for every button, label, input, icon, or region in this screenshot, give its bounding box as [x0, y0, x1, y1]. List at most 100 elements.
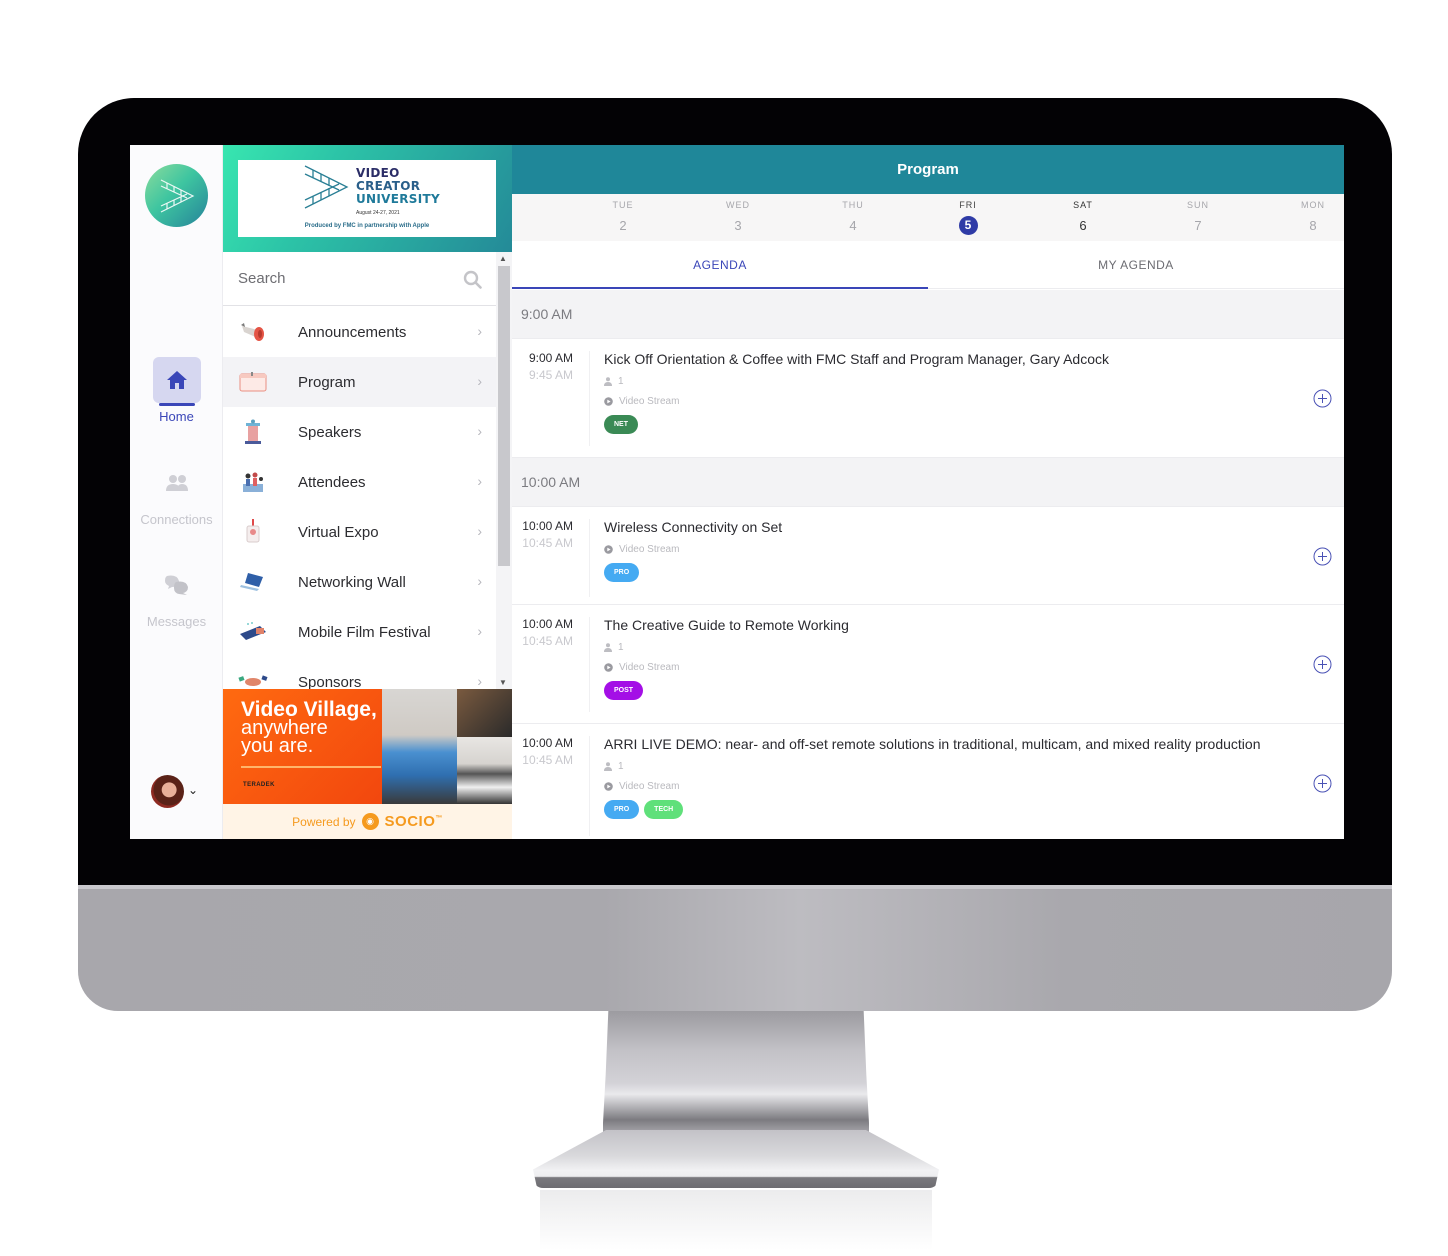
rail-label-home: Home	[159, 409, 194, 424]
day-sun[interactable]: SUN 7	[1168, 200, 1228, 235]
chevron-right-icon: ›	[477, 673, 482, 689]
user-avatar[interactable]	[151, 775, 184, 808]
badge-icon	[246, 519, 260, 543]
rail-item-home[interactable]: Home	[130, 357, 223, 424]
chevron-right-icon: ›	[477, 523, 482, 539]
film-icon	[240, 622, 266, 640]
add-to-agenda-icon[interactable]	[1313, 655, 1332, 674]
chat-icon	[164, 575, 188, 595]
scroll-up-icon[interactable]: ▲	[499, 254, 507, 263]
day-fri[interactable]: FRI 5	[938, 200, 998, 235]
day-sat[interactable]: SAT 6	[1053, 200, 1113, 235]
day-mon[interactable]: MON 8	[1283, 200, 1343, 235]
menu-label: Virtual Expo	[298, 523, 379, 541]
program-panel: Program TUE 2 WED 3 THU 4 FRI 5 SAT 6 SUN 7 MO…	[512, 145, 1344, 839]
tab-my-agenda[interactable]: MY AGENDA	[928, 241, 1344, 288]
session-end: 10:45 AM	[522, 536, 573, 550]
session-stream: Video Stream	[604, 781, 1284, 792]
socio-logo-icon: ◉	[361, 813, 379, 830]
monitor-stand-base	[533, 1130, 939, 1188]
menu-item-mobile-film-festival[interactable]: Mobile Film Festival ›	[223, 607, 496, 657]
chevron-right-icon: ›	[477, 473, 482, 489]
tag-net[interactable]: NET	[604, 415, 638, 434]
chevron-down-icon[interactable]: ⌄	[188, 783, 198, 797]
event-menu: VIDEO CREATOR UNIVERSITY August 24-27, 2…	[223, 145, 512, 839]
add-to-agenda-icon[interactable]	[1313, 389, 1332, 408]
menu-label: Mobile Film Festival	[298, 623, 431, 641]
session-end: 10:45 AM	[522, 753, 573, 767]
sponsor-ad-banner[interactable]: Video Village, anywhere you are. TERADEK	[223, 689, 512, 804]
session-title[interactable]: The Creative Guide to Remote Working	[604, 617, 1284, 633]
calendar-icon	[239, 372, 267, 392]
session-row[interactable]: 10:00 AM 10:45 AM ARRI LIVE DEMO: near- …	[512, 724, 1344, 839]
event-logo[interactable]	[145, 164, 208, 227]
play-circle-icon	[604, 545, 613, 554]
chevron-right-icon: ›	[477, 323, 482, 339]
play-circle-icon	[604, 663, 613, 672]
session-title[interactable]: ARRI LIVE DEMO: near- and off-set remote…	[604, 736, 1284, 752]
tag-post[interactable]: POST	[604, 681, 644, 700]
stand-reflection	[540, 1190, 932, 1250]
scroll-thumb[interactable]	[498, 266, 510, 566]
vcu-logo-icon	[304, 165, 349, 209]
menu-item-networking-wall[interactable]: Networking Wall ›	[223, 557, 496, 607]
session-title[interactable]: Kick Off Orientation & Coffee with FMC S…	[604, 351, 1284, 367]
rail-item-connections[interactable]: Connections	[130, 460, 223, 527]
ad-divider	[241, 766, 381, 768]
scroll-down-icon[interactable]: ▼	[499, 678, 507, 687]
time-slot-header: 10:00 AM	[512, 458, 1344, 507]
ad-photo-man-at-laptop	[457, 737, 512, 804]
session-start: 10:00 AM	[522, 617, 573, 631]
tab-agenda[interactable]: AGENDA	[512, 241, 928, 289]
tag-pro[interactable]: PRO	[604, 800, 640, 819]
menu-label: Attendees	[298, 473, 366, 491]
ad-brand: TERADEK	[243, 782, 275, 788]
add-to-agenda-icon[interactable]	[1313, 547, 1332, 566]
film-strip-icon	[160, 178, 194, 213]
session-tags: PRO	[604, 563, 1284, 582]
session-start: 9:00 AM	[528, 351, 573, 365]
session-tags: PRO TECH	[604, 800, 1284, 819]
nav-rail: Home Connections Messages ⌄	[130, 145, 223, 839]
person-icon	[604, 377, 612, 386]
play-circle-icon	[604, 782, 613, 791]
day-tue[interactable]: TUE 2	[593, 200, 653, 235]
rail-item-messages[interactable]: Messages	[130, 562, 223, 629]
search-icon[interactable]	[463, 270, 482, 289]
menu-item-speakers[interactable]: Speakers ›	[223, 407, 496, 457]
megaphone-icon	[241, 323, 264, 341]
podium-icon	[245, 419, 261, 444]
session-tags: NET	[604, 415, 1284, 434]
menu-item-sponsors[interactable]: Sponsors ›	[223, 657, 496, 689]
menu-item-announcements[interactable]: Announcements ›	[223, 307, 496, 357]
session-speakers: 1	[604, 761, 1284, 772]
session-start: 10:00 AM	[522, 519, 573, 533]
menu-item-program[interactable]: Program ›	[223, 357, 496, 407]
search-input[interactable]	[238, 270, 458, 287]
menu-item-virtual-expo[interactable]: Virtual Expo ›	[223, 507, 496, 557]
menu-label: Announcements	[298, 323, 407, 341]
ad-headline: Video Village, anywhere you are.	[241, 698, 377, 757]
session-row[interactable]: 9:00 AM 9:45 AM Kick Off Orientation & C…	[512, 339, 1344, 458]
powered-by-footer: Powered by ◉ SOCIO™	[223, 804, 512, 839]
add-to-agenda-icon[interactable]	[1313, 774, 1332, 793]
search-bar	[223, 252, 496, 306]
session-row[interactable]: 10:00 AM 10:45 AM The Creative Guide to …	[512, 605, 1344, 724]
tag-pro[interactable]: PRO	[604, 563, 640, 582]
rail-label-connections: Connections	[140, 512, 213, 527]
ad-photo-tablet	[457, 689, 512, 737]
menu-label: Speakers	[298, 423, 362, 441]
person-icon	[604, 643, 612, 652]
day-wed[interactable]: WED 3	[708, 200, 768, 235]
day-selector: TUE 2 WED 3 THU 4 FRI 5 SAT 6 SUN 7 MON 8	[512, 194, 1344, 241]
menu-scrollbar[interactable]: ▲ ▼	[496, 252, 512, 689]
tag-tech[interactable]: TECH	[644, 800, 684, 819]
session-speakers: 1	[604, 376, 1284, 387]
ad-photo-woman-at-desk	[382, 689, 457, 804]
menu-item-attendees[interactable]: Attendees ›	[223, 457, 496, 507]
person-icon	[604, 762, 612, 771]
session-row[interactable]: 10:00 AM 10:45 AM Wireless Connectivity …	[512, 507, 1344, 605]
home-icon	[166, 371, 187, 389]
day-thu[interactable]: THU 4	[823, 200, 883, 235]
session-title[interactable]: Wireless Connectivity on Set	[604, 519, 1284, 535]
